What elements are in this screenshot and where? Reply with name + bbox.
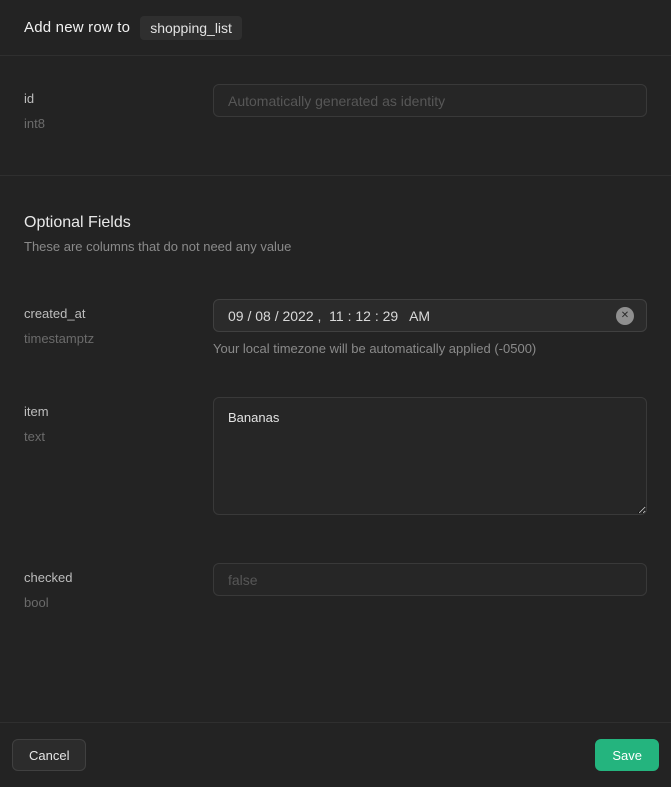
created-at-datetime-value[interactable]: 09 / 08 / 2022 , 11 : 12 : 29 AM xyxy=(228,308,430,324)
field-type-created-at: timestamptz xyxy=(24,331,213,346)
field-row-checked: checked bool xyxy=(0,563,671,610)
panel-footer: Cancel Save xyxy=(0,722,671,787)
field-type-item: text xyxy=(24,429,213,444)
field-row-id: id int8 xyxy=(0,84,671,131)
close-circle-icon: ✕ xyxy=(621,307,629,325)
field-labels-checked: checked bool xyxy=(24,563,213,610)
field-control-created-at: 09 / 08 / 2022 , 11 : 12 : 29 AM ✕ Your … xyxy=(213,299,647,356)
add-row-panel: Add new row to shopping_list id int8 Opt… xyxy=(0,0,671,787)
field-row-created-at: created_at timestamptz 09 / 08 / 2022 , … xyxy=(0,299,671,356)
created-at-datetime-input[interactable]: 09 / 08 / 2022 , 11 : 12 : 29 AM ✕ xyxy=(213,299,647,332)
save-button[interactable]: Save xyxy=(595,739,659,771)
field-labels-id: id int8 xyxy=(24,84,213,131)
panel-title: Add new row to xyxy=(24,19,130,36)
optional-fields-header: Optional Fields These are columns that d… xyxy=(0,214,671,254)
panel-header: Add new row to shopping_list xyxy=(0,0,671,56)
id-input[interactable] xyxy=(213,84,647,117)
cancel-button[interactable]: Cancel xyxy=(12,739,86,771)
item-textarea[interactable]: Bananas xyxy=(213,397,647,515)
optional-fields-subheading: These are columns that do not need any v… xyxy=(24,239,647,254)
field-label-checked: checked xyxy=(24,570,213,585)
field-type-checked: bool xyxy=(24,595,213,610)
checked-input[interactable] xyxy=(213,563,647,596)
field-label-id: id xyxy=(24,91,213,106)
field-labels-item: item text xyxy=(24,397,213,520)
field-row-item: item text Bananas xyxy=(0,397,671,520)
table-name-chip: shopping_list xyxy=(140,16,242,40)
optional-fields-heading: Optional Fields xyxy=(24,214,647,232)
field-label-created-at: created_at xyxy=(24,306,213,321)
timezone-helper-text: Your local timezone will be automaticall… xyxy=(213,341,647,356)
field-label-item: item xyxy=(24,404,213,419)
field-control-item: Bananas xyxy=(213,397,647,520)
field-type-id: int8 xyxy=(24,116,213,131)
field-control-checked xyxy=(213,563,647,610)
clear-datetime-button[interactable]: ✕ xyxy=(616,307,634,325)
field-labels-created-at: created_at timestamptz xyxy=(24,299,213,356)
required-fields-section: id int8 xyxy=(0,56,671,176)
field-control-id xyxy=(213,84,647,131)
